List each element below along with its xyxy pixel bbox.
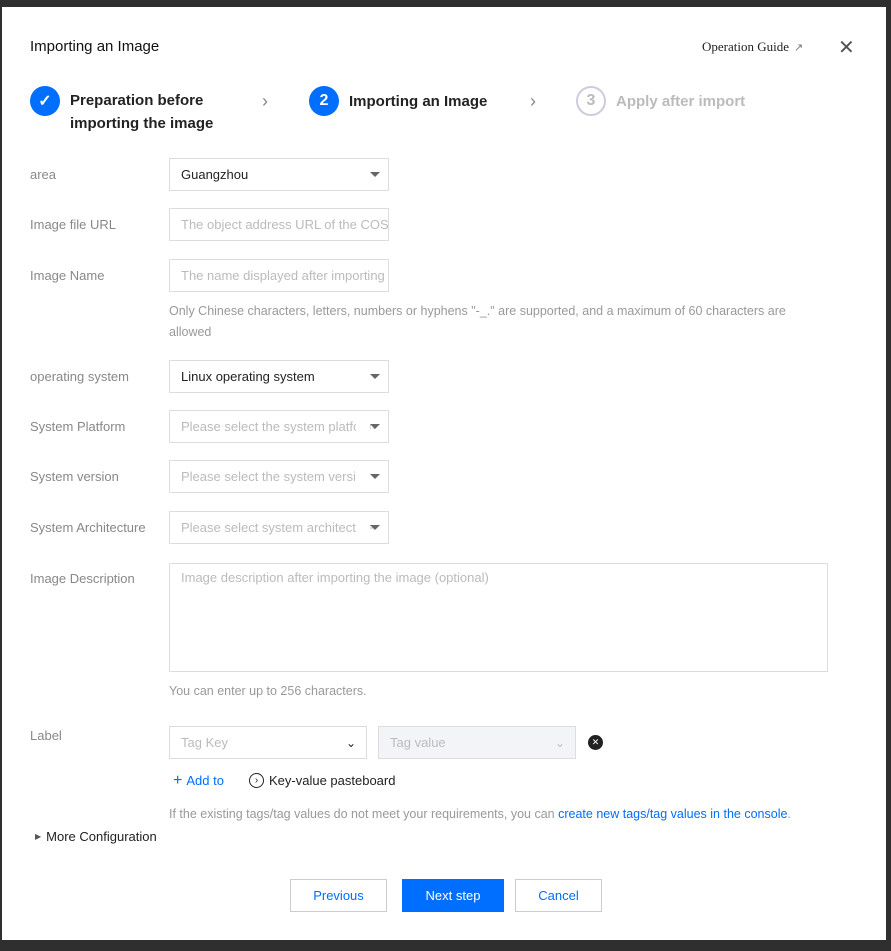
key-value-pasteboard-button[interactable]: › Key-value pasteboard (249, 773, 395, 788)
step-number: 2 (309, 86, 339, 116)
arch-placeholder: Please select system architecture (181, 520, 375, 535)
step-label: Preparation before (70, 92, 204, 109)
area-label: area (30, 167, 57, 182)
url-row: Image file URL The object address URL of… (30, 208, 389, 241)
desc-textarea[interactable]: Image description after importing the im… (169, 563, 828, 672)
caret-down-icon (370, 172, 380, 177)
version-row: System version Please select the system … (30, 460, 389, 493)
platform-placeholder: Please select the system platform (181, 419, 376, 434)
platform-select[interactable]: Please select the system platform (169, 410, 389, 443)
pasteboard-label: Key-value pasteboard (269, 773, 396, 788)
caret-right-icon: ▶ (35, 832, 42, 841)
create-tags-link[interactable]: create new tags/tag values in the consol… (558, 807, 787, 821)
check-icon: ✓ (30, 86, 60, 116)
chevron-down-icon: ⌄ (554, 735, 565, 750)
tag-key-select[interactable]: Tag Key ⌄ (169, 726, 367, 759)
os-value: Linux operating system (181, 369, 315, 384)
platform-label: System Platform (30, 419, 126, 434)
add-tag-button[interactable]: + Add to (173, 772, 224, 789)
operation-guide-label: Operation Guide (702, 39, 790, 54)
url-label: Image file URL (30, 217, 116, 232)
caret-down-icon (370, 424, 380, 429)
step-preparation: ✓ Preparation before importing the image (30, 86, 213, 135)
chevron-circle-icon: › (249, 773, 264, 788)
tags-hint-end: . (787, 807, 791, 821)
name-input[interactable]: The name displayed after importing (169, 259, 389, 292)
dialog-title: Importing an Image (30, 38, 160, 55)
step-label: importing the image (70, 115, 214, 132)
os-select[interactable]: Linux operating system (169, 360, 389, 393)
operation-guide-link[interactable]: Operation Guide ↗ (702, 39, 803, 55)
tags-hint: If the existing tags/tag values do not m… (169, 804, 791, 825)
more-configuration-toggle[interactable]: ▶ More Configuration (35, 829, 157, 844)
step-number: 3 (576, 86, 606, 116)
step-label: Apply after import (616, 93, 746, 110)
chevron-right-icon: › (530, 91, 536, 111)
arch-row: System Architecture Please select system… (30, 511, 389, 544)
label-label: Label (30, 728, 62, 743)
more-config-label: More Configuration (46, 829, 157, 844)
tags-hint-text: If the existing tags/tag values do not m… (169, 807, 559, 821)
area-value: Guangzhou (181, 167, 249, 182)
chevron-down-icon: ⌄ (345, 735, 356, 750)
name-row: Image Name The name displayed after impo… (30, 259, 389, 292)
caret-down-icon (370, 525, 380, 530)
cancel-button[interactable]: Cancel (515, 879, 602, 912)
area-row: area Guangzhou (30, 158, 389, 191)
platform-row: System Platform Please select the system… (30, 410, 389, 443)
plus-icon: + (173, 772, 183, 789)
add-tag-label: Add to (186, 773, 224, 788)
tag-value-placeholder: Tag value (390, 735, 446, 750)
area-select[interactable]: Guangzhou (169, 158, 389, 191)
version-label: System version (30, 469, 119, 484)
import-image-dialog: Importing an Image Operation Guide ↗ ✕ ✓ … (2, 7, 886, 940)
tag-key-placeholder: Tag Key (181, 735, 228, 750)
name-label: Image Name (30, 268, 105, 283)
external-link-icon: ↗ (794, 41, 804, 54)
caret-down-icon (370, 374, 380, 379)
arch-select[interactable]: Please select system architecture (169, 511, 389, 544)
chevron-right-icon: › (262, 91, 268, 111)
desc-label: Image Description (30, 571, 135, 586)
remove-tag-icon[interactable]: ✕ (588, 735, 603, 750)
desc-hint: You can enter up to 256 characters. (169, 684, 367, 698)
version-select[interactable]: Please select the system version (169, 460, 389, 493)
tag-value-select[interactable]: Tag value ⌄ (378, 726, 576, 759)
step-apply: 3 Apply after import (576, 86, 745, 116)
os-row: operating system Linux operating system (30, 360, 389, 393)
url-input[interactable]: The object address URL of the COS (169, 208, 389, 241)
previous-button[interactable]: Previous (290, 879, 387, 912)
name-hint: Only Chinese characters, letters, number… (169, 304, 786, 339)
step-label: Importing an Image (349, 93, 488, 110)
arch-label: System Architecture (30, 520, 146, 535)
os-label: operating system (30, 369, 129, 384)
version-placeholder: Please select the system version (181, 469, 371, 484)
step-importing: 2 Importing an Image (309, 86, 487, 116)
caret-down-icon (370, 474, 380, 479)
close-icon[interactable]: ✕ (838, 35, 855, 60)
next-step-button[interactable]: Next step (402, 879, 504, 912)
